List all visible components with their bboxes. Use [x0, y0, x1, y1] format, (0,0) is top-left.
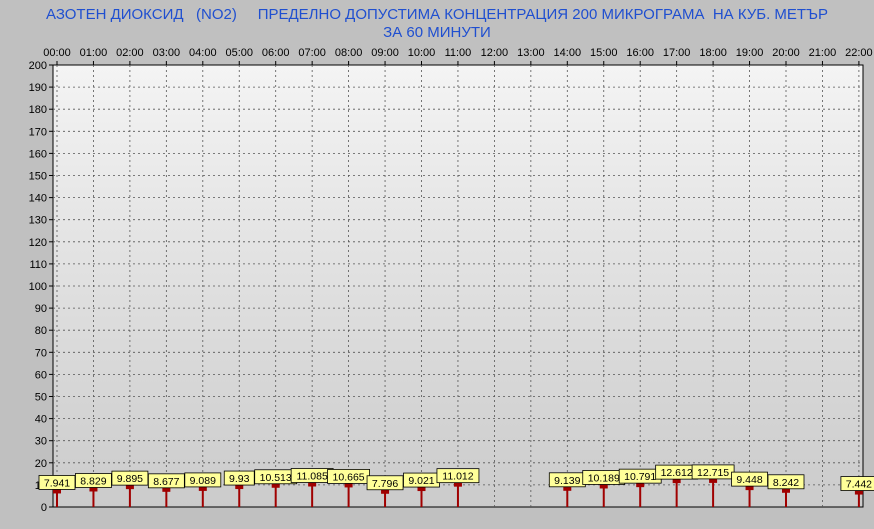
x-tick-label: 06:00: [262, 47, 290, 59]
x-tick-label: 11:00: [445, 47, 472, 59]
data-label: 10.513: [260, 472, 292, 484]
y-tick-label: 50: [35, 392, 47, 404]
y-tick-label: 140: [29, 193, 47, 205]
y-tick-label: 160: [29, 148, 47, 160]
x-tick-label: 00:00: [43, 47, 71, 59]
y-tick-label: 70: [35, 347, 47, 359]
data-label: 9.895: [117, 473, 143, 485]
x-tick-label: 22:00: [845, 47, 873, 59]
data-label: 8.242: [773, 477, 799, 489]
y-tick-label: 110: [29, 259, 47, 271]
data-label: 9.021: [408, 475, 434, 487]
y-tick-label: 80: [35, 325, 47, 337]
data-label: 11.085: [296, 471, 327, 483]
x-tick-label: 10:00: [408, 47, 436, 59]
y-tick-label: 100: [29, 281, 47, 293]
data-label: 7.941: [44, 477, 70, 489]
y-tick-label: 0: [41, 502, 47, 514]
data-label: 7.796: [372, 478, 398, 490]
y-tick-label: 150: [29, 171, 47, 183]
data-label: 9.139: [554, 475, 580, 487]
x-tick-label: 20:00: [772, 47, 800, 59]
y-tick-label: 120: [29, 237, 47, 249]
data-label: 10.665: [333, 471, 365, 483]
x-tick-label: 08:00: [335, 47, 363, 59]
x-tick-label: 13:00: [517, 47, 545, 59]
data-label: 12.715: [697, 467, 729, 479]
bar-chart: 2001901801701601501401301201101009080706…: [29, 47, 874, 514]
x-tick-label: 14:00: [554, 47, 582, 59]
x-tick-label: 05:00: [225, 47, 253, 59]
x-tick-label: 21:00: [809, 47, 837, 59]
x-tick-label: 19:00: [736, 47, 764, 59]
x-tick-label: 12:00: [481, 47, 509, 59]
data-label: 10.189: [588, 472, 620, 484]
y-tick-label: 30: [35, 436, 47, 448]
chart-window: АЗОТЕН ДИОКСИД (NO2) ПРЕДЕЛНО ДОПУСТИМА …: [0, 0, 874, 529]
data-label: 8.677: [153, 476, 179, 488]
y-tick-label: 200: [29, 60, 47, 72]
data-label: 12.612: [661, 467, 693, 479]
data-label: 11.012: [442, 471, 473, 483]
y-tick-label: 170: [29, 126, 47, 138]
x-tick-label: 17:00: [663, 47, 691, 59]
x-tick-label: 02:00: [116, 47, 144, 59]
data-label: 9.93: [229, 473, 250, 485]
data-label: 9.089: [190, 475, 216, 487]
x-tick-label: 03:00: [153, 47, 181, 59]
x-tick-label: 15:00: [590, 47, 618, 59]
data-label: 7.442: [846, 479, 872, 491]
x-tick-label: 07:00: [298, 47, 326, 59]
x-tick-label: 16:00: [626, 47, 654, 59]
y-tick-label: 180: [29, 104, 47, 116]
y-tick-label: 40: [35, 414, 47, 426]
x-tick-label: 01:00: [80, 47, 108, 59]
y-tick-label: 20: [35, 458, 47, 470]
y-tick-label: 90: [35, 303, 47, 315]
y-tick-label: 190: [29, 82, 47, 94]
x-tick-label: 04:00: [189, 47, 217, 59]
x-tick-label: 09:00: [371, 47, 399, 59]
data-label: 8.829: [80, 475, 106, 487]
data-label: 9.448: [736, 474, 762, 486]
y-tick-label: 130: [29, 215, 47, 227]
data-label: 10.791: [624, 471, 656, 483]
x-tick-label: 18:00: [699, 47, 727, 59]
y-tick-label: 60: [35, 369, 47, 381]
